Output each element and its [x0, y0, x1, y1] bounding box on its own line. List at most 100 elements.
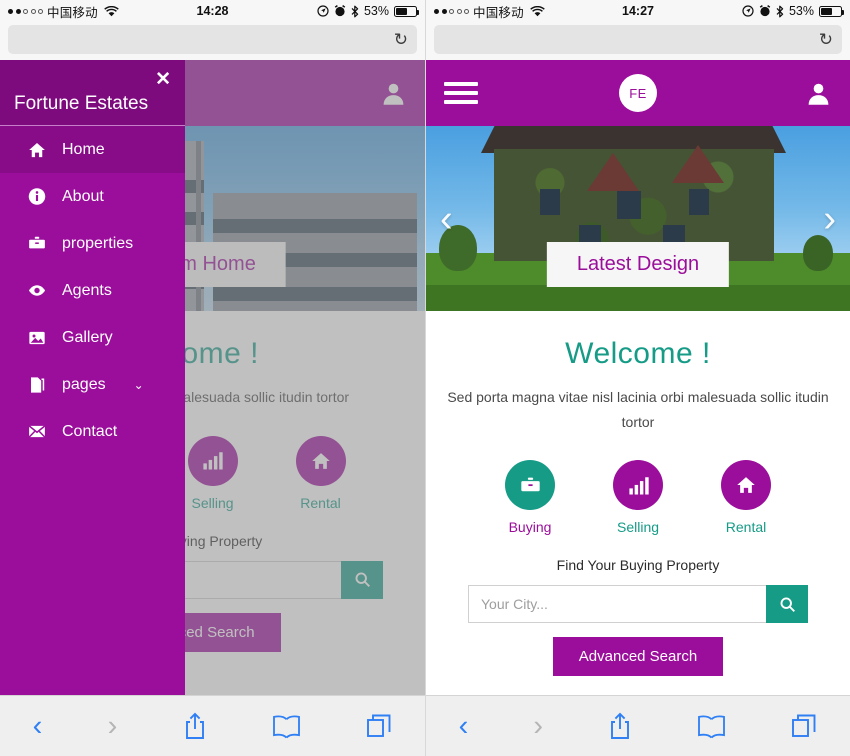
url-input[interactable]: ↻: [8, 25, 417, 54]
sidebar-item-gallery[interactable]: Gallery: [0, 314, 185, 361]
status-left: 中国移动: [8, 2, 119, 21]
book-icon: [697, 714, 726, 739]
reload-icon[interactable]: ↻: [394, 31, 408, 48]
sidebar-item-contact[interactable]: Contact: [0, 408, 185, 455]
forward-chevron-icon: ›: [533, 709, 544, 742]
advanced-search-button[interactable]: Advanced Search: [552, 637, 724, 676]
signal-dot: [434, 8, 439, 14]
battery-icon: [819, 5, 844, 17]
info-icon: [28, 187, 46, 206]
forward-chevron-icon: ›: [107, 709, 118, 742]
dual-phone-screenshot: 中国移动 14:28 53% ↻ Fortune Estates ✕ Home …: [0, 0, 850, 756]
phone-screen: 中国移动 14:28 53% ↻ Fortune Estates ✕ Home …: [0, 0, 425, 756]
sidebar-item-label: Agents: [62, 281, 112, 299]
city-search-input[interactable]: [468, 585, 766, 623]
back-button[interactable]: ‹: [33, 711, 43, 741]
signal-dot: [456, 8, 462, 14]
service-rental[interactable]: Rental: [713, 460, 779, 535]
signal-dot: [441, 8, 447, 14]
sidebar-item-label: About: [62, 187, 104, 205]
reload-icon[interactable]: ↻: [819, 31, 833, 48]
back-chevron-icon: ‹: [458, 709, 469, 742]
close-icon[interactable]: ✕: [155, 70, 171, 89]
signal-dot: [15, 8, 21, 14]
service-selling[interactable]: Selling: [605, 460, 671, 535]
user-icon[interactable]: [805, 80, 832, 107]
tabs-button[interactable]: [791, 713, 817, 739]
navigation-drawer: Fortune Estates ✕ Home About properties Age…: [0, 60, 185, 695]
status-right: 53%: [742, 4, 844, 18]
hero-slider: ‹ › Latest Design: [426, 126, 850, 311]
service-buttons: Buying Selling Rental: [426, 460, 850, 535]
drawer-title: Fortune Estates: [14, 93, 149, 114]
chevron-down-icon[interactable]: ⌄: [134, 378, 144, 392]
safari-bottom-toolbar: ‹ ›: [426, 695, 850, 756]
phone-screen: 中国移动 14:27 53% ↻ FE ‹ › Latest Design We…: [425, 0, 850, 756]
sidebar-item-label: Gallery: [62, 328, 113, 346]
envelope-icon: [28, 421, 46, 442]
carrier-label: 中国移动: [473, 5, 524, 20]
alarm-icon: [759, 5, 771, 17]
book-icon: [272, 714, 301, 739]
battery-icon: [394, 5, 419, 17]
location-icon: [317, 5, 329, 17]
service-label: Rental: [725, 519, 767, 535]
bluetooth-icon: [776, 5, 784, 18]
sidebar-item-agents[interactable]: Agents: [0, 267, 185, 314]
safari-url-bar: ↻: [0, 22, 425, 60]
carousel-next-arrow[interactable]: ›: [823, 200, 836, 238]
home-icon: [721, 460, 771, 510]
site-header: FE: [426, 60, 850, 126]
forward-button[interactable]: ›: [107, 709, 118, 742]
bookmarks-button[interactable]: [272, 714, 301, 739]
ios-status-bar: 中国移动 14:28 53%: [0, 0, 425, 22]
share-button[interactable]: [183, 712, 207, 740]
status-right: 53%: [317, 4, 419, 18]
carousel-prev-arrow[interactable]: ‹: [440, 200, 453, 238]
share-icon: [608, 712, 632, 740]
sidebar-item-about[interactable]: About: [0, 173, 185, 220]
service-label: Buying: [508, 519, 552, 535]
sidebar-item-label: Contact: [62, 422, 118, 440]
sidebar-item-properties[interactable]: properties: [0, 220, 185, 267]
bookmarks-button[interactable]: [697, 714, 726, 739]
sidebar-item-pages[interactable]: pages ⌄: [0, 361, 185, 408]
status-left: 中国移动: [434, 2, 545, 21]
wifi-icon: [104, 5, 119, 17]
url-input[interactable]: ↻: [434, 25, 842, 54]
sidebar-item-label: pages: [62, 375, 106, 393]
share-button[interactable]: [608, 712, 632, 740]
signal-dot: [464, 8, 469, 14]
service-buying[interactable]: Buying: [497, 460, 563, 535]
share-icon: [183, 712, 207, 740]
home-icon: [28, 140, 46, 160]
bluetooth-icon: [351, 5, 359, 18]
signal-dot: [30, 8, 36, 14]
welcome-section: Welcome ! Sed porta magna vitae nisl lac…: [426, 311, 850, 434]
signal-dot: [8, 8, 13, 14]
pages-icon: [28, 375, 46, 395]
welcome-body-text: Sed porta magna vitae nisl lacinia orbi …: [447, 389, 829, 430]
wifi-icon: [530, 5, 545, 17]
sidebar-item-label: properties: [62, 234, 134, 252]
search-button[interactable]: [766, 585, 808, 623]
site-logo-center[interactable]: FE: [619, 74, 657, 112]
alarm-icon: [334, 5, 346, 17]
sidebar-item-home[interactable]: Home: [0, 126, 185, 173]
service-label: Selling: [616, 519, 660, 535]
sidebar-item-label: Home: [62, 140, 105, 158]
tabs-button[interactable]: [366, 713, 392, 739]
hamburger-icon[interactable]: [444, 82, 478, 104]
drawer-header: Fortune Estates ✕: [0, 60, 185, 126]
welcome-heading: Welcome !: [565, 337, 711, 370]
safari-url-bar: ↻: [426, 22, 850, 60]
forward-button[interactable]: ›: [533, 709, 544, 742]
battery-percent-label: 53%: [363, 4, 389, 18]
signal-dot: [449, 8, 454, 14]
image-icon: [28, 328, 46, 348]
site-logo-center-wrap: FE: [426, 74, 850, 112]
back-button[interactable]: ‹: [458, 709, 469, 742]
signal-dot: [23, 8, 28, 14]
advanced-search-wrap: Advanced Search: [426, 637, 850, 676]
web-page-viewport: FE am Hom: [0, 60, 425, 695]
